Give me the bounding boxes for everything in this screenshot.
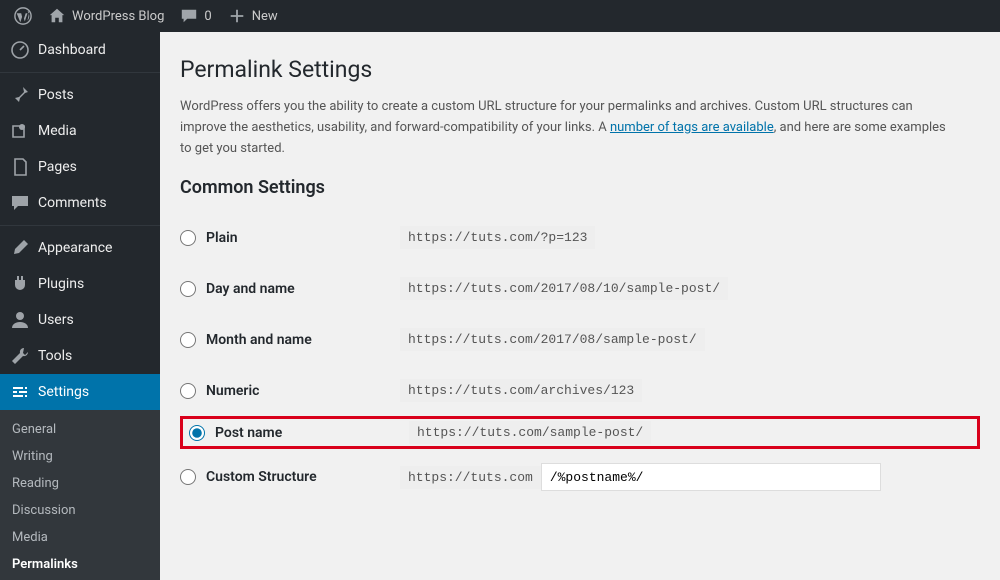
- sidebar-item-appearance[interactable]: Appearance: [0, 230, 160, 266]
- sidebar-item-label: Appearance: [38, 240, 112, 256]
- option-label-text: Custom Structure: [206, 469, 317, 485]
- new-button[interactable]: New: [220, 0, 286, 32]
- custom-structure-input[interactable]: [541, 463, 881, 491]
- section-heading: Common Settings: [180, 177, 980, 198]
- content-area: Permalink Settings WordPress offers you …: [160, 32, 1000, 580]
- submenu-item-general[interactable]: General: [0, 416, 160, 443]
- user-icon: [10, 310, 30, 330]
- submenu-item-writing[interactable]: Writing: [0, 443, 160, 470]
- sidebar-item-users[interactable]: Users: [0, 302, 160, 338]
- radio-custom[interactable]: [180, 469, 196, 485]
- pin-icon: [10, 85, 30, 105]
- option-label[interactable]: Custom Structure: [180, 469, 400, 485]
- comment-icon: [180, 7, 198, 25]
- tags-available-link[interactable]: number of tags are available: [610, 120, 774, 135]
- permalink-options: Plain https://tuts.com/?p=123 Day and na…: [180, 212, 980, 505]
- admin-sidebar: Dashboard Posts Media Pages Comments App…: [0, 32, 160, 580]
- option-numeric: Numeric https://tuts.com/archives/123: [180, 365, 980, 416]
- page-description: WordPress offers you the ability to crea…: [180, 97, 950, 159]
- radio-post-name[interactable]: [189, 425, 205, 441]
- page-title: Permalink Settings: [180, 56, 980, 83]
- sidebar-item-label: Media: [38, 123, 77, 139]
- option-label[interactable]: Numeric: [180, 383, 400, 399]
- option-post-name: Post name https://tuts.com/sample-post/: [180, 416, 980, 449]
- wrench-icon: [10, 346, 30, 366]
- sidebar-item-tools[interactable]: Tools: [0, 338, 160, 374]
- wp-logo-button[interactable]: [6, 0, 40, 32]
- wordpress-icon: [14, 7, 32, 25]
- radio-month-name[interactable]: [180, 332, 196, 348]
- option-day-name: Day and name https://tuts.com/2017/08/10…: [180, 263, 980, 314]
- sidebar-item-settings[interactable]: Settings: [0, 374, 160, 410]
- sidebar-item-pages[interactable]: Pages: [0, 149, 160, 185]
- option-example: https://tuts.com/?p=123: [400, 226, 595, 249]
- radio-numeric[interactable]: [180, 383, 196, 399]
- site-name-label: WordPress Blog: [72, 9, 164, 24]
- option-label-text: Plain: [206, 230, 238, 246]
- option-label[interactable]: Month and name: [180, 332, 400, 348]
- option-custom: Custom Structure https://tuts.com: [180, 449, 980, 505]
- sidebar-item-posts[interactable]: Posts: [0, 77, 160, 113]
- admin-bar: WordPress Blog 0 New: [0, 0, 1000, 32]
- option-month-name: Month and name https://tuts.com/2017/08/…: [180, 314, 980, 365]
- submenu-item-media[interactable]: Media: [0, 524, 160, 551]
- option-label-text: Post name: [215, 425, 282, 441]
- option-example: https://tuts.com/2017/08/10/sample-post/: [400, 277, 728, 300]
- site-name-button[interactable]: WordPress Blog: [40, 0, 172, 32]
- sidebar-item-label: Users: [38, 312, 74, 328]
- sidebar-item-label: Comments: [38, 195, 107, 211]
- sidebar-item-comments[interactable]: Comments: [0, 185, 160, 221]
- comments-button[interactable]: 0: [172, 0, 219, 32]
- sidebar-item-dashboard[interactable]: Dashboard: [0, 32, 160, 68]
- custom-prefix: https://tuts.com: [400, 466, 541, 489]
- option-label-text: Day and name: [206, 281, 295, 297]
- option-label[interactable]: Day and name: [180, 281, 400, 297]
- submenu-item-reading[interactable]: Reading: [0, 470, 160, 497]
- sidebar-item-media[interactable]: Media: [0, 113, 160, 149]
- option-label[interactable]: Post name: [189, 425, 409, 441]
- menu-separator: [0, 72, 160, 73]
- option-example: https://tuts.com/2017/08/sample-post/: [400, 328, 705, 351]
- submenu-item-permalinks[interactable]: Permalinks: [0, 551, 160, 578]
- plus-icon: [228, 7, 246, 25]
- option-label-text: Numeric: [206, 383, 259, 399]
- comment-icon: [10, 193, 30, 213]
- sidebar-item-label: Pages: [38, 159, 77, 175]
- page-icon: [10, 157, 30, 177]
- plug-icon: [10, 274, 30, 294]
- radio-day-name[interactable]: [180, 281, 196, 297]
- home-icon: [48, 7, 66, 25]
- comments-count: 0: [204, 9, 211, 24]
- option-label[interactable]: Plain: [180, 230, 400, 246]
- sidebar-item-label: Posts: [38, 87, 74, 103]
- settings-submenu: General Writing Reading Discussion Media…: [0, 410, 160, 580]
- submenu-item-discussion[interactable]: Discussion: [0, 497, 160, 524]
- radio-plain[interactable]: [180, 230, 196, 246]
- brush-icon: [10, 238, 30, 258]
- media-icon: [10, 121, 30, 141]
- sidebar-item-plugins[interactable]: Plugins: [0, 266, 160, 302]
- sidebar-item-label: Tools: [38, 348, 72, 364]
- option-example: https://tuts.com/archives/123: [400, 379, 642, 402]
- dashboard-icon: [10, 40, 30, 60]
- settings-icon: [10, 382, 30, 402]
- menu-separator: [0, 225, 160, 226]
- sidebar-item-label: Settings: [38, 384, 89, 400]
- sidebar-item-label: Plugins: [38, 276, 84, 292]
- option-example: https://tuts.com/sample-post/: [409, 421, 651, 444]
- option-plain: Plain https://tuts.com/?p=123: [180, 212, 980, 263]
- option-label-text: Month and name: [206, 332, 312, 348]
- sidebar-item-label: Dashboard: [38, 42, 106, 58]
- new-label: New: [252, 9, 278, 24]
